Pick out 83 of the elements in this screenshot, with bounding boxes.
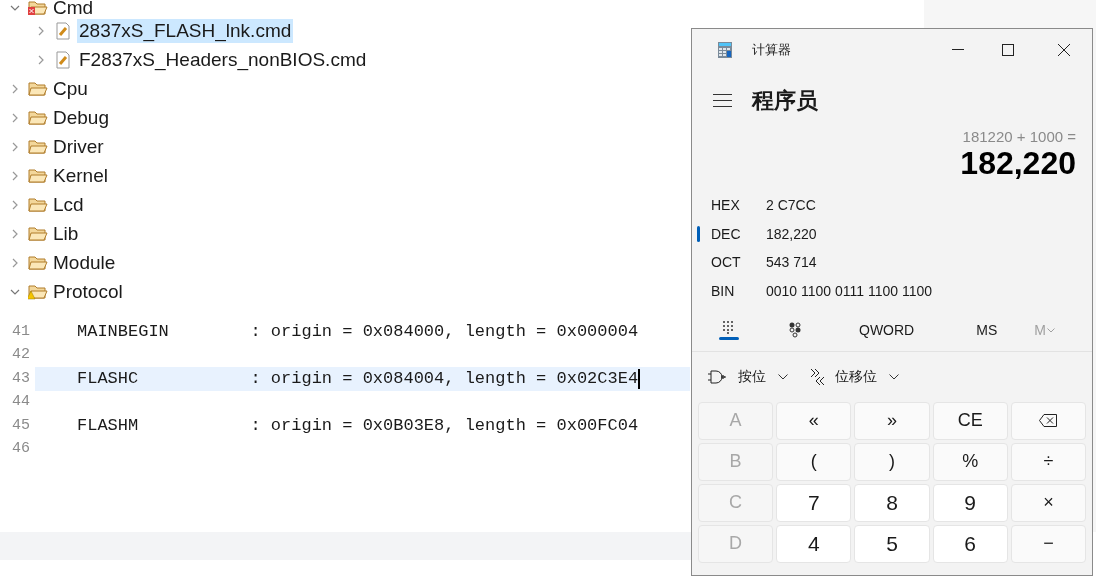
line-number: 43 [11,368,31,389]
chevron-right-icon[interactable] [10,257,20,268]
folder-icon [28,108,48,127]
chevron-right-icon[interactable] [36,25,46,36]
chevron-right-icon[interactable] [10,199,20,210]
folder-name[interactable]: Lcd [51,192,86,217]
chevron-right-icon[interactable] [10,83,20,94]
folder-name[interactable]: Protocol [51,279,125,304]
folder-icon [28,253,48,272]
chevron-down-icon[interactable] [10,3,20,13]
backspace-icon [1039,414,1058,428]
chevron-down-icon [889,373,899,380]
text-cursor [638,368,641,389]
backspace-button[interactable] [1010,401,1086,440]
radix-label[interactable]: BIN [711,280,766,302]
line-number: 41 [11,321,31,342]
bitwise-dropdown[interactable]: 按位 [708,366,788,388]
bit-toggle-icon[interactable] [789,322,801,339]
calculator-key[interactable]: » [854,401,930,440]
folder-name[interactable]: Lib [51,221,81,246]
folder-name[interactable]: Kernel [51,163,110,188]
folder-name[interactable]: Module [51,250,118,275]
file-name[interactable]: 2837xS_FLASH_lnk.cmd [77,18,294,43]
memory-store-button[interactable]: MS [976,319,998,341]
calculator-key[interactable]: 8 [854,483,930,522]
folder-name[interactable]: Driver [51,134,106,159]
radix-label[interactable]: DEC [711,223,766,245]
chevron-right-icon[interactable] [10,170,20,181]
radix-value: 182,220 [766,224,817,244]
expression-text: 181220 + 1000 = [962,129,1076,145]
code-line: FLASHM : origin = 0x0B03E8, length = 0x00FC04 [77,415,639,437]
close-icon[interactable] [1058,44,1070,56]
word-size-button[interactable]: QWORD [859,319,915,341]
folder-icon [28,224,48,243]
line-number: 44 [11,392,31,412]
radix-label[interactable]: OCT [711,252,766,274]
bit-shift-dropdown[interactable]: 位移位 [810,366,899,388]
radix-value: 0010 1100 0111 1100 1100 [766,281,933,301]
code-line: MAINBEGIN : origin = 0x084000, length = 0x000004 [77,321,639,343]
calculator-key[interactable]: 4 [776,524,852,563]
calculator-key[interactable]: CE [932,401,1008,440]
calculator-icon [718,42,732,58]
calculator-key[interactable]: 6 [932,524,1008,563]
calculator-key[interactable]: − [1010,524,1086,563]
calculator-key[interactable]: 7 [776,483,852,522]
code-line: FLASHC : origin = 0x084004, length = 0x02C3E4 [77,368,639,390]
keypad-icon[interactable] [722,320,736,335]
line-number: 46 [11,439,31,459]
file-name[interactable]: F2837xS_Headers_nonBIOS.cmd [77,47,369,72]
folder-icon [28,166,48,185]
chevron-down-icon [1046,327,1055,333]
calculator-key[interactable]: ÷ [1010,442,1086,481]
folder-name[interactable]: Debug [51,105,111,130]
line-number: 45 [11,415,31,436]
calculator-key[interactable]: « [776,401,852,440]
calculator-key[interactable]: 9 [932,483,1008,522]
radix-label[interactable]: HEX [711,194,766,216]
chevron-right-icon[interactable] [10,228,20,239]
calculator-key[interactable]: ) [854,442,930,481]
folder-icon [28,195,48,214]
chevron-right-icon[interactable] [36,54,46,65]
window-title: 计算器 [752,41,791,60]
radix-value: 2 C7CC [766,195,816,215]
folder-name[interactable]: Cpu [51,76,90,101]
mode-title: 程序员 [752,86,818,115]
calculator-key[interactable]: × [1010,483,1086,522]
minimize-icon[interactable] [952,49,964,51]
folder-icon [28,137,48,156]
chevron-right-icon[interactable] [10,112,20,123]
menu-icon[interactable] [713,93,732,107]
result-display: 182,220 [960,145,1076,181]
shift-arrows-icon [810,367,825,386]
folder-icon [28,79,48,98]
folder-name[interactable]: Cmd [51,0,96,20]
calculator-key[interactable]: % [932,442,1008,481]
maximize-icon[interactable] [1002,44,1014,56]
chevron-down-icon [778,373,788,380]
chevron-right-icon[interactable] [10,141,20,152]
calculator-key[interactable]: 5 [854,524,930,563]
logic-gate-icon [708,369,726,384]
line-number: 42 [11,345,31,365]
radix-value: 543 714 [766,253,817,273]
calculator-key[interactable]: ( [776,442,852,481]
